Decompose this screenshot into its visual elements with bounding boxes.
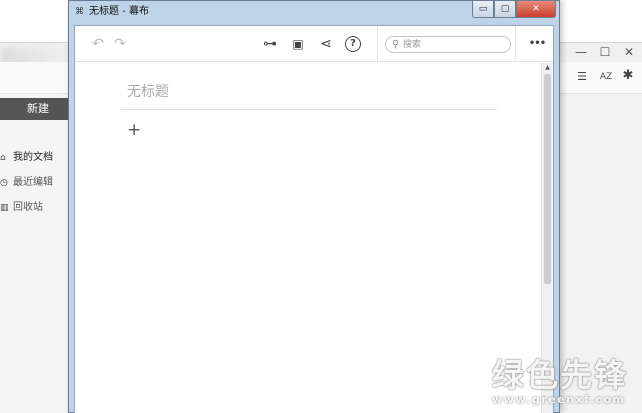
maximize-button[interactable]: ▢ [494, 1, 516, 18]
present-icon[interactable]: ▣ [289, 35, 307, 53]
redo-icon[interactable]: ↷ [111, 35, 129, 53]
toolbar-divider [377, 26, 378, 62]
trash-icon: ▥ [0, 203, 9, 213]
minimize-button[interactable]: ▭ [472, 1, 494, 18]
scroll-up-arrow-icon[interactable]: ▲ [542, 63, 553, 73]
sidebar-item-label: 我的文档 [13, 152, 53, 163]
editor-toolbar: ↶ ↷ ⊶ ▣ ⋖ ? ⚲ ••• [75, 26, 553, 62]
sort-az-icon[interactable]: AZ [598, 70, 614, 84]
help-icon[interactable]: ? [345, 36, 361, 52]
add-node-icon[interactable]: + [127, 121, 141, 139]
editor-titlebar: ⌘ 无标题 - 幕布 [75, 5, 149, 19]
more-options-icon[interactable]: ••• [526, 35, 548, 53]
editor-client-area: ↶ ↷ ⊶ ▣ ⋖ ? ⚲ ••• 无标题 + ▲ [74, 25, 554, 413]
close-icon[interactable]: ✕ [622, 45, 636, 59]
list-icon[interactable]: ☰ [576, 70, 588, 84]
sidebar-item-label: 最近编辑 [13, 177, 53, 188]
home-icon: ⌂ [0, 153, 6, 163]
search-icon: ⚲ [392, 39, 400, 50]
editor-window: ⌘ 无标题 - 幕布 ▭ ▢ ✕ ↶ ↷ ⊶ ▣ ⋖ ? ⚲ ••• 无标题 + [68, 0, 560, 413]
maximize-icon[interactable]: ☐ [598, 45, 612, 59]
new-button-label: 新建 [27, 102, 49, 115]
toolbar-divider [515, 26, 516, 62]
search-input[interactable] [403, 38, 503, 51]
watermark-text: 绿色先锋 [492, 356, 629, 394]
clock-icon: ◷ [0, 178, 8, 188]
minimize-icon[interactable]: — [574, 45, 588, 59]
document-canvas[interactable]: 无标题 + [75, 63, 541, 413]
window-title: 无标题 - 幕布 [89, 6, 149, 17]
search-box[interactable]: ⚲ [385, 36, 511, 53]
mindmap-icon[interactable]: ⊶ [261, 35, 279, 53]
document-title[interactable]: 无标题 [127, 81, 169, 101]
undo-icon[interactable]: ↶ [89, 35, 107, 53]
editor-window-controls: ▭ ▢ ✕ [472, 1, 556, 18]
scroll-thumb[interactable] [544, 74, 551, 284]
share-icon[interactable]: ⋖ [317, 35, 335, 53]
sidebar-item-label: 回收站 [13, 202, 43, 213]
watermark-url: www.greenxf.com [492, 393, 626, 406]
title-divider [121, 109, 497, 110]
app-logo-icon: ⌘ [75, 7, 84, 17]
settings-gear-icon[interactable]: ✱ [621, 69, 635, 83]
close-button[interactable]: ✕ [516, 1, 556, 18]
